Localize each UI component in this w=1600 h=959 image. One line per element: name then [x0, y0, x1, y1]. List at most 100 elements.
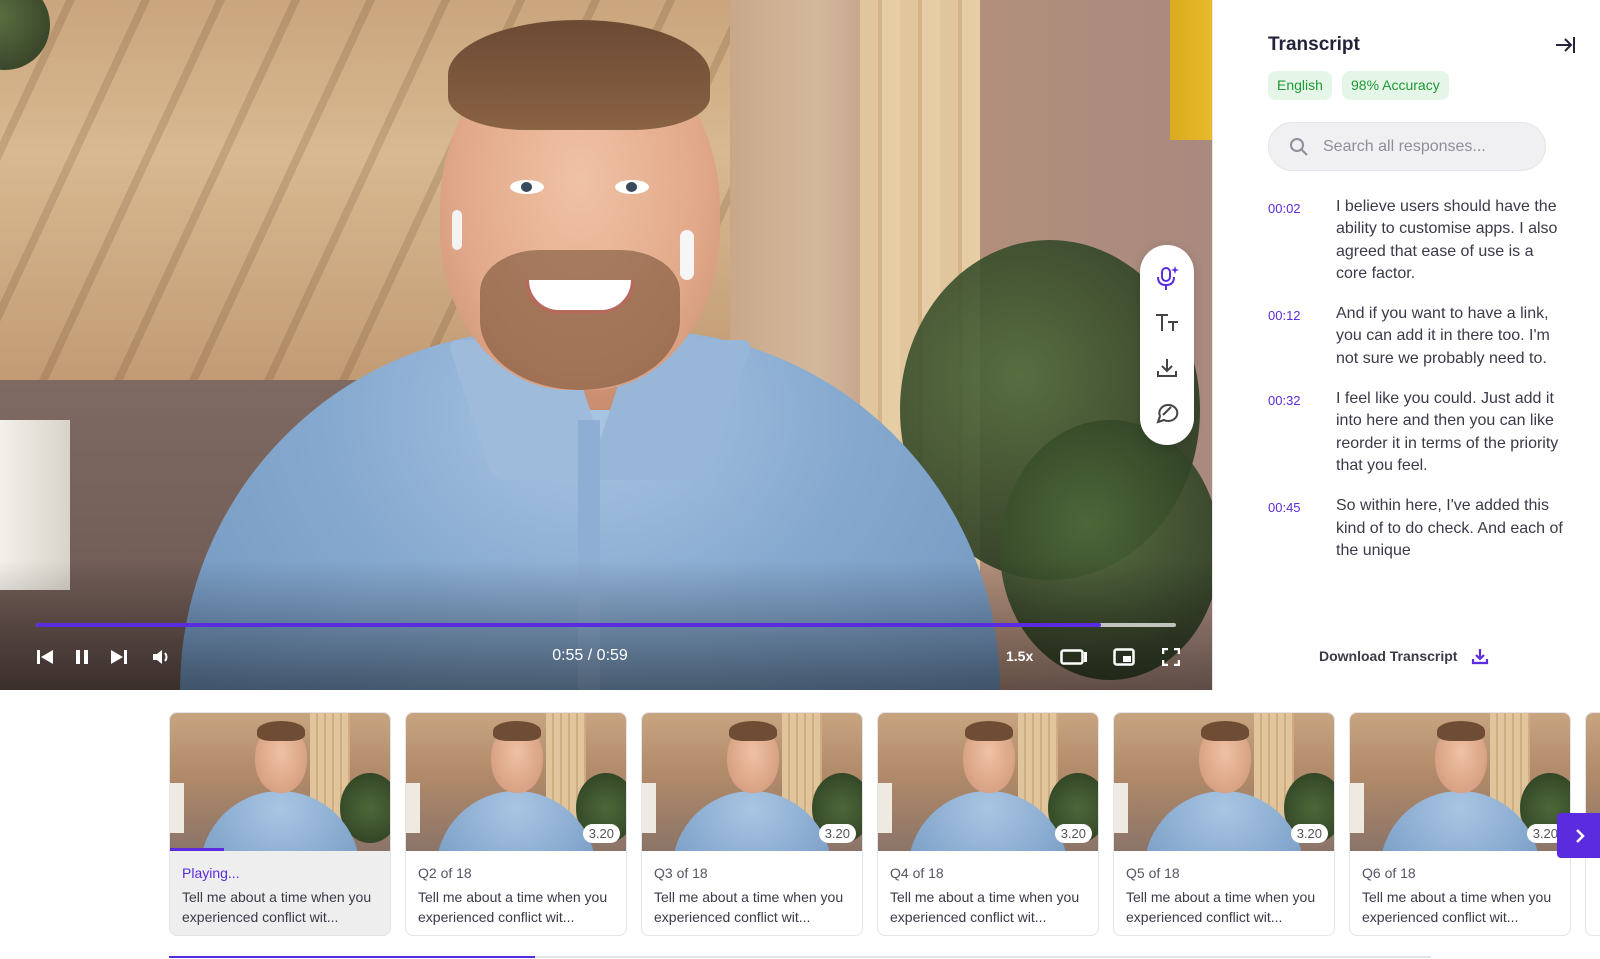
- question-thumbnail: [170, 713, 390, 851]
- transcript-entry[interactable]: 00:32 I feel like you could. Just add it…: [1268, 388, 1568, 477]
- duration-badge: 3.20: [818, 824, 856, 843]
- question-subtitle: Playing...: [182, 865, 240, 881]
- question-text: Tell me about a time when you experience…: [418, 889, 608, 925]
- transcript-timestamp[interactable]: 00:02: [1268, 196, 1336, 285]
- transcript-text: And if you want to have a link, you can …: [1336, 305, 1550, 367]
- collapse-arrow-icon: [1556, 37, 1575, 53]
- transcript-text: I believe users should have the ability …: [1336, 198, 1558, 282]
- language-badge: English: [1268, 71, 1332, 100]
- thumb-hair: [257, 721, 305, 741]
- thumb-hair: [1437, 721, 1485, 741]
- download-video-button[interactable]: [1150, 351, 1184, 385]
- thumb-hair: [965, 721, 1013, 741]
- picture-in-picture-button[interactable]: [1112, 646, 1136, 668]
- highlight-button[interactable]: [1150, 396, 1184, 430]
- question-subtitle: Q2 of 18: [418, 865, 472, 881]
- question-text: Tell me about a time when you experience…: [182, 889, 372, 925]
- question-thumbnail: 3.20: [878, 713, 1098, 851]
- ai-voice-icon: [1157, 265, 1179, 290]
- transcript-timestamp[interactable]: 00:45: [1268, 495, 1336, 562]
- accuracy-badge: 98% Accuracy: [1342, 71, 1449, 100]
- search-input[interactable]: [1323, 137, 1533, 156]
- highlight-icon: [1156, 403, 1179, 424]
- transcript-entry[interactable]: 00:02 I believe users should have the ab…: [1268, 196, 1568, 285]
- question-text: Tell me about a time when you experience…: [890, 889, 1080, 925]
- playback-speed-button[interactable]: 1.5x: [1006, 648, 1033, 664]
- question-text: Tell me about a time when you experience…: [1362, 889, 1552, 925]
- thumb-window: [170, 783, 184, 833]
- thumb-window: [1114, 783, 1128, 833]
- question-subtitle: Q5 of 18: [1126, 865, 1180, 881]
- carousel-next-button[interactable]: [1557, 813, 1600, 858]
- transcript-list[interactable]: 00:02 I believe users should have the ab…: [1268, 196, 1568, 626]
- thumb-hair: [493, 721, 541, 741]
- question-card[interactable]: Playing... Tell me about a time when you …: [169, 712, 391, 936]
- question-subtitle: Q6 of 18: [1362, 865, 1416, 881]
- volume-button[interactable]: [150, 646, 174, 668]
- skip-back-icon: [37, 650, 53, 664]
- speaker-earbud: [680, 230, 694, 280]
- skip-back-button[interactable]: [34, 646, 56, 668]
- collapse-panel-button[interactable]: [1553, 34, 1579, 58]
- video-player[interactable]: 0:55 / 0:59 1.5x: [0, 0, 1212, 690]
- fullscreen-button[interactable]: [1160, 646, 1182, 668]
- transcript-text: So within here, I've added this kind of …: [1336, 497, 1563, 559]
- search-icon: [1290, 137, 1308, 156]
- transcript-title: Transcript: [1268, 34, 1360, 55]
- picture-in-picture-icon: [1113, 648, 1135, 666]
- transcript-search[interactable]: [1268, 122, 1546, 171]
- question-thumbnail: 3.20: [642, 713, 862, 851]
- ai-voice-button[interactable]: [1150, 261, 1184, 295]
- question-carousel[interactable]: Playing... Tell me about a time when you …: [169, 712, 1600, 936]
- speaker-eye: [510, 180, 544, 194]
- question-card[interactable]: 3.20 Q3 of 18 Tell me about a time when yo…: [641, 712, 863, 936]
- carousel-scrollbar[interactable]: [169, 956, 1431, 958]
- skip-forward-button[interactable]: [108, 646, 130, 668]
- thumb-window: [642, 783, 656, 833]
- question-card[interactable]: 3.20 Q5 of 18 Tell me about a time when yo…: [1113, 712, 1335, 936]
- theater-mode-button[interactable]: [1060, 646, 1088, 668]
- thumb-hair: [1201, 721, 1249, 741]
- speaker-smile: [525, 280, 635, 314]
- video-progress-bar[interactable]: [36, 623, 1176, 627]
- theater-mode-icon: [1060, 649, 1087, 665]
- duration-badge: 3.20: [582, 824, 620, 843]
- question-thumbnail: 3.20: [1114, 713, 1334, 851]
- fullscreen-icon: [1162, 648, 1180, 666]
- question-subtitle: Q4 of 18: [890, 865, 944, 881]
- question-subtitle: Q3 of 18: [654, 865, 708, 881]
- transcript-timestamp[interactable]: 00:32: [1268, 388, 1336, 477]
- question-thumbnail: 3.20: [1350, 713, 1570, 851]
- skip-forward-icon: [111, 650, 127, 664]
- transcript-panel: Transcript English 98% Accuracy 00:02 I …: [1212, 0, 1600, 690]
- speaker-earbud: [452, 210, 462, 250]
- chevron-right-icon: [1575, 828, 1585, 843]
- pause-icon: [76, 650, 88, 664]
- speaker-eye: [615, 180, 649, 194]
- text-size-icon: [1156, 313, 1178, 331]
- duration-badge: 3.20: [1054, 824, 1092, 843]
- speaker-hair: [448, 20, 710, 130]
- transcript-text: I feel like you could. Just add it into …: [1336, 390, 1559, 474]
- download-transcript-label: Download Transcript: [1319, 648, 1458, 664]
- download-transcript-button[interactable]: Download Transcript: [1319, 647, 1489, 665]
- speaker-beard: [480, 250, 680, 390]
- thumb-progress-bar: [170, 848, 224, 851]
- text-size-button[interactable]: [1150, 306, 1184, 340]
- duration-badge: 3.20: [1290, 824, 1328, 843]
- thumb-window: [878, 783, 892, 833]
- question-card[interactable]: 3.20 Q6 of 18 Tell me about a time when yo…: [1349, 712, 1571, 936]
- video-progress-fill: [36, 623, 1101, 627]
- video-tools-menu: [1140, 245, 1194, 445]
- transcript-entry[interactable]: 00:45 So within here, I've added this ki…: [1268, 495, 1568, 562]
- transcript-timestamp[interactable]: 00:12: [1268, 303, 1336, 370]
- question-card[interactable]: 3.20 Q2 of 18 Tell me about a time when yo…: [405, 712, 627, 936]
- carousel-scrollbar-thumb[interactable]: [169, 956, 535, 958]
- transcript-entry[interactable]: 00:12 And if you want to have a link, yo…: [1268, 303, 1568, 370]
- pause-button[interactable]: [71, 646, 93, 668]
- question-card[interactable]: 3.20 Q4 of 18 Tell me about a time when yo…: [877, 712, 1099, 936]
- thumb-window: [406, 783, 420, 833]
- question-thumbnail: 3.20: [406, 713, 626, 851]
- thumb-window: [1350, 783, 1364, 833]
- thumb-hair: [729, 721, 777, 741]
